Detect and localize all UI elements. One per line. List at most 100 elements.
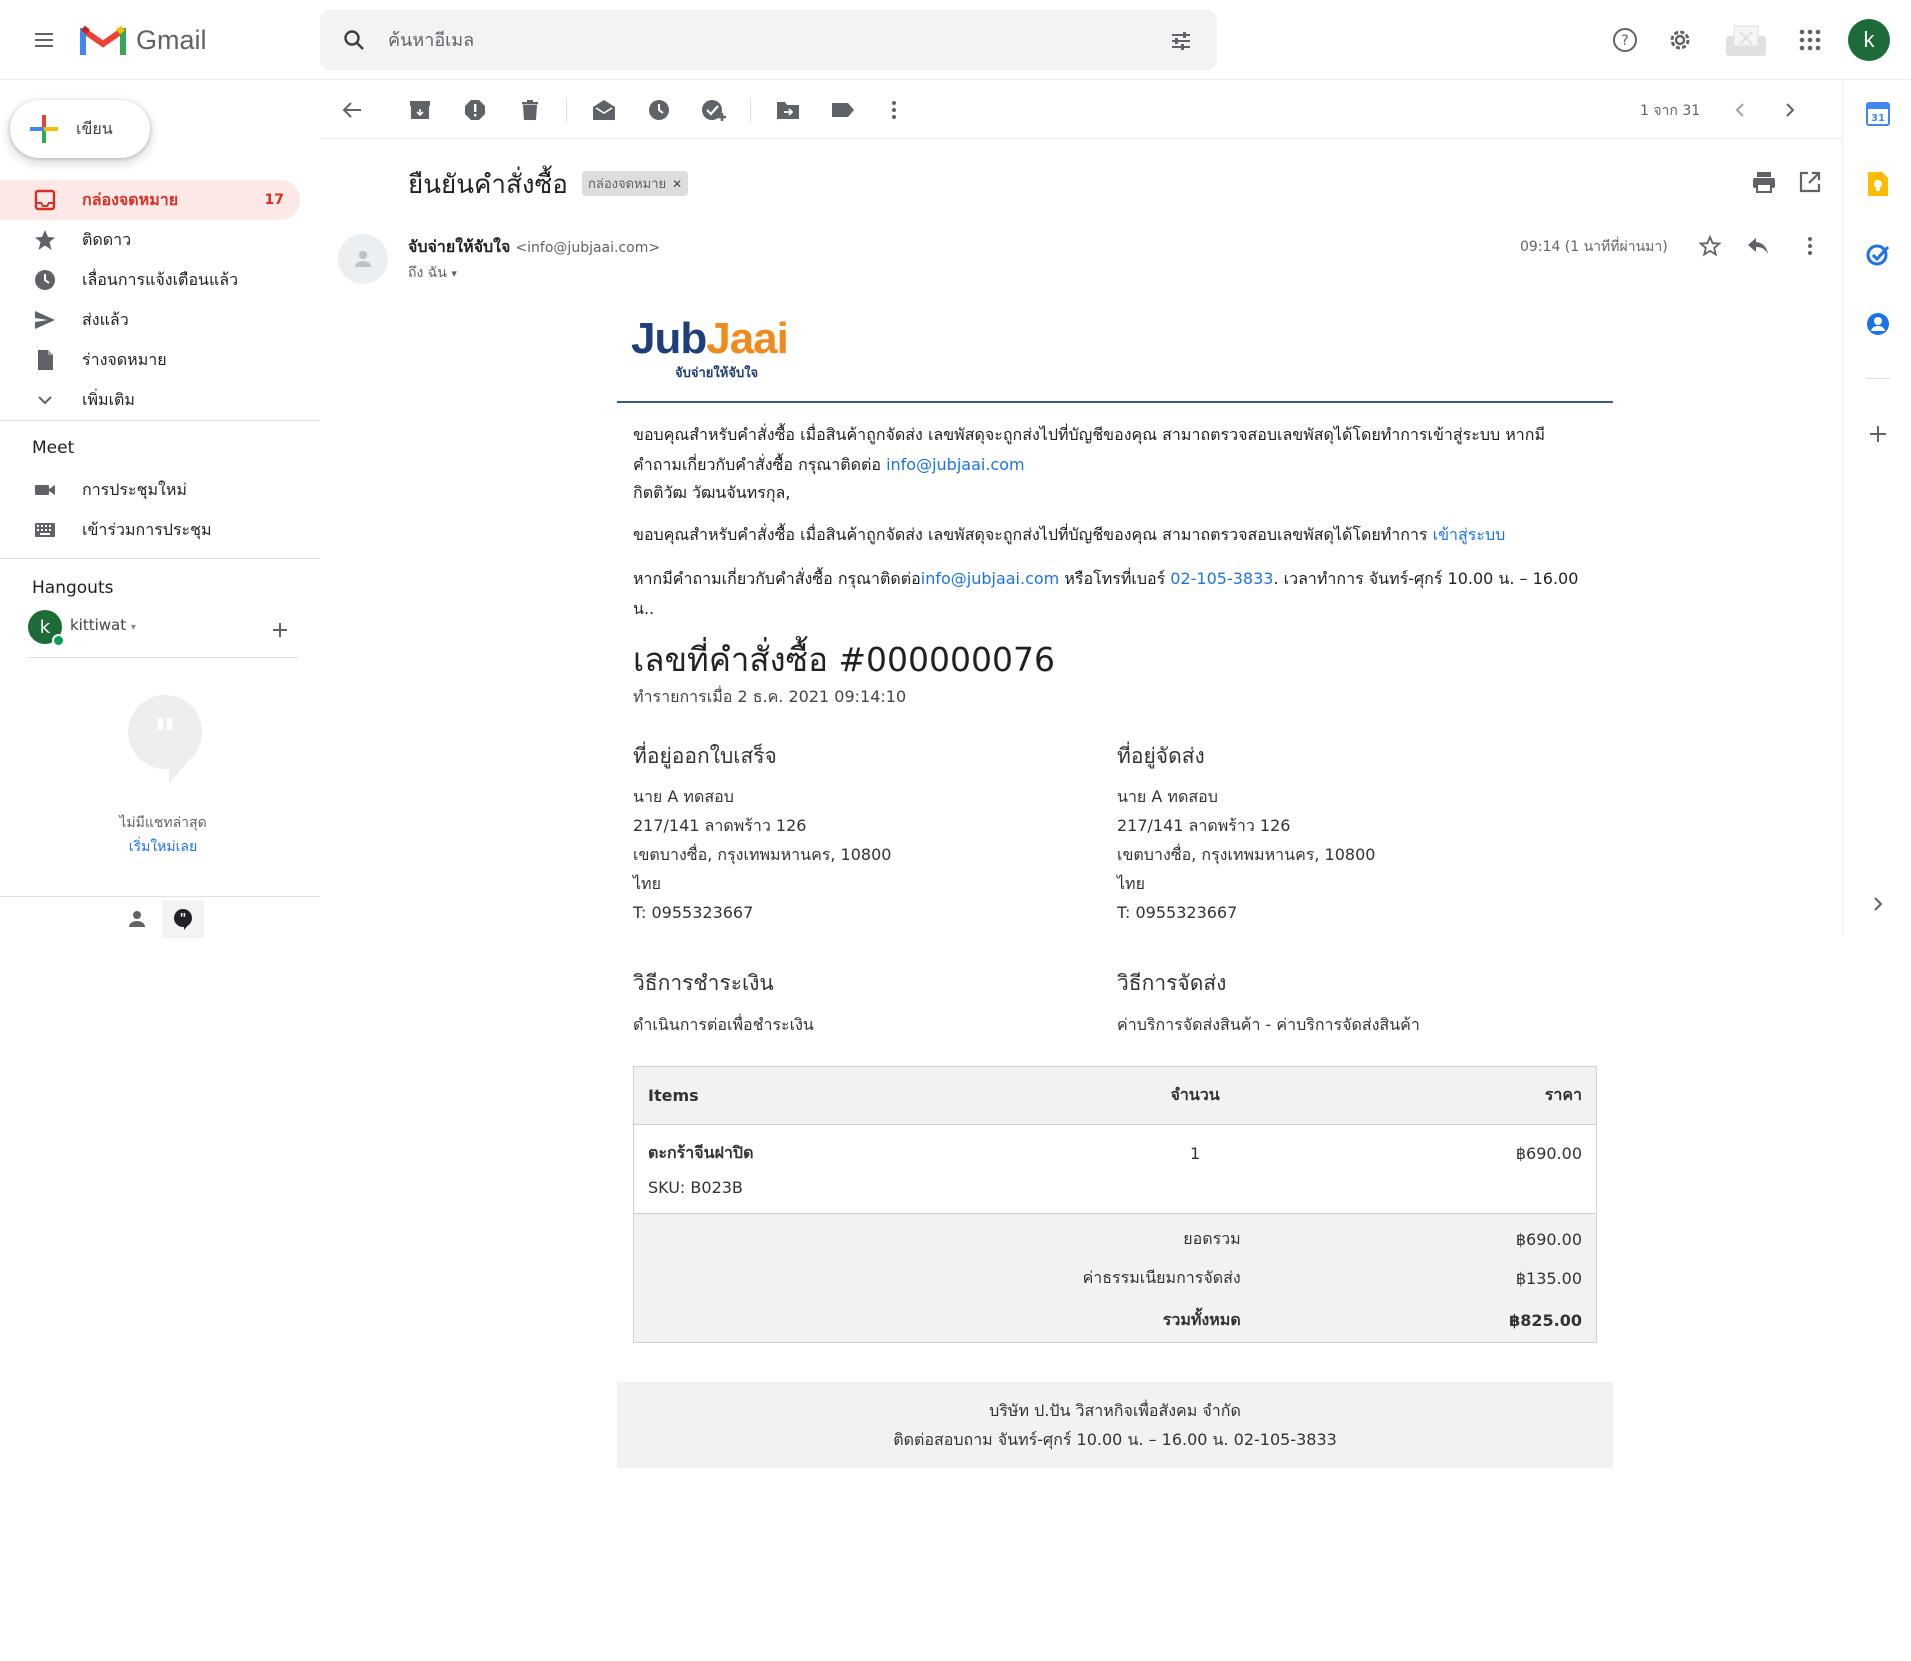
apps-grid-icon[interactable] [1790,20,1830,60]
billing-address-title: ที่อยู่ออกใบเสร็จ [633,744,777,768]
svg-text:": " [180,912,187,927]
gmail-status-icon[interactable] [1720,20,1772,60]
reply-icon[interactable] [1742,230,1774,262]
compose-plus-icon [30,115,58,143]
sidebar-item-snoozed[interactable]: เลื่อนการแจ้งเตือนแล้ว [0,260,300,300]
star-outline-icon[interactable] [1694,230,1726,262]
compose-button[interactable]: เขียน [10,100,150,158]
chat-bubble-icon: " [125,694,205,786]
remove-label-close-icon[interactable]: ✕ [672,177,682,191]
sidebar-divider [0,558,320,559]
login-link[interactable]: เข้าสู่ระบบ [1433,525,1506,544]
toolbar-bottom-border [320,138,1842,139]
shipping-method-title: วิธีการจัดส่ง [1117,971,1227,995]
payment-method-title: วิธีการชำระเงิน [633,971,774,995]
label-chip-text: กล่องจดหมาย [588,177,667,192]
sidebar-item-sent[interactable]: ส่งแล้ว [0,300,300,340]
shipping-fee-row: ค่าธรรมเนียมการจัดส่ง ฿135.00 [633,1256,1597,1300]
newer-chevron-left-icon[interactable] [1722,92,1758,128]
move-to-icon[interactable] [770,92,806,128]
tasks-icon[interactable] [1860,236,1896,272]
item-price: ฿690.00 [1515,1144,1582,1163]
report-spam-icon[interactable] [457,92,493,128]
hangouts-username[interactable]: kittiwat ▾ [70,616,136,634]
label-tag-icon[interactable] [825,92,861,128]
sidebar-item-label: เพิ่มเติม [82,389,135,409]
search-bar[interactable] [320,10,1217,70]
column-header-price: ราคา [1320,1066,1597,1125]
expand-side-panel-icon[interactable] [1860,886,1896,922]
meet-new-meeting[interactable]: การประชุมใหม่ [0,470,300,510]
order-items-table: Items จำนวน ราคา ตะกร้าจีนฝาปิด 1 ฿690.0… [633,1066,1597,1343]
item-name: ตะกร้าจีนฝาปิด [648,1143,754,1162]
add-to-tasks-icon[interactable] [696,92,732,128]
send-icon [35,311,55,329]
help-icon[interactable]: ? [1605,20,1645,60]
sidebar-item-starred[interactable]: ติดดาว [0,220,300,260]
jubjaai-logo[interactable]: JubJaai จับจ่ายให้จับใจ [631,316,789,383]
sender-avatar[interactable] [338,234,388,284]
print-icon[interactable] [1748,166,1780,198]
calendar-icon[interactable]: 31 [1860,96,1896,132]
support-email-link[interactable]: info@jubjaai.com [886,455,1025,474]
sidebar-item-drafts[interactable]: ร่างจดหมาย [0,340,300,380]
email-subject: ยืนยันคำสั่งซื้อ [408,170,568,200]
meet-join-meeting[interactable]: เข้าร่วมการประชุม [0,510,300,550]
search-options-icon[interactable] [1166,26,1196,56]
archive-icon[interactable] [402,92,438,128]
contacts-person-icon[interactable] [122,904,152,934]
sidebar-item-inbox[interactable]: กล่องจดหมาย 17 [0,180,300,220]
more-vert-icon[interactable] [876,92,912,128]
right-rail-divider [1842,80,1843,935]
gmail-logo[interactable]: Gmail [80,20,207,60]
empty-cell [1069,1166,1321,1214]
get-addons-plus-icon[interactable] [1860,416,1896,452]
draft-icon [38,350,53,370]
star-icon [35,230,55,250]
item-quantity: 1 [1189,1144,1201,1163]
back-arrow-icon[interactable] [334,92,370,128]
chevron-down-icon [38,396,52,405]
inbox-unread-count: 17 [264,192,284,208]
sidebar-divider [0,420,320,421]
email-more-vert-icon[interactable] [1794,230,1826,262]
contact-text: หากมีคำถามเกี่ยวกับคำสั่งซื้อ กรุณาติดต่… [633,569,921,588]
mark-unread-icon[interactable] [586,92,622,128]
account-avatar[interactable]: k [1848,19,1890,61]
shipping-address: นาย A ทดสอบ 217/141 ลาดพร้าว 126 เขตบางซ… [1117,782,1375,927]
start-new-chat-link[interactable]: เริ่มใหม่เลย [0,836,326,858]
search-icon[interactable] [340,26,368,54]
sidebar-item-label: ติดดาว [82,229,132,249]
contact-email-link[interactable]: info@jubjaai.com [921,569,1060,588]
main-menu-icon[interactable] [24,20,64,60]
sidebar-item-label: เลื่อนการแจ้งเตือนแล้ว [82,269,239,289]
contact-text-phone: หรือโทรที่เบอร์ [1059,569,1171,588]
shipping-fee-value: ฿135.00 [1320,1256,1597,1300]
sidebar-item-more[interactable]: เพิ่มเติม [0,380,300,420]
online-status-dot [52,634,65,647]
inbox-label-chip[interactable]: กล่องจดหมาย ✕ [582,171,689,196]
rail-separator [1866,378,1890,379]
older-chevron-right-icon[interactable] [1772,92,1808,128]
gmail-m-icon [80,25,126,55]
contacts-icon[interactable] [1860,306,1896,342]
search-input[interactable] [388,26,1088,54]
delete-trash-icon[interactable] [512,92,548,128]
settings-gear-icon[interactable] [1660,20,1700,60]
sender-name[interactable]: จับจ่ายให้จับใจ [408,237,510,256]
shipping-address-title: ที่อยู่จัดส่ง [1117,744,1205,768]
hangouts-chat-icon[interactable]: " [162,900,204,938]
email-timestamp: 09:14 (1 นาทีที่ผ่านมา) [1520,239,1668,255]
keep-icon[interactable] [1860,166,1896,202]
snooze-clock-icon[interactable] [641,92,677,128]
phone-link[interactable]: 02-105-3833 [1170,569,1273,588]
shipping-fee-label: ค่าธรรมเนียมการจัดส่ง [633,1256,1321,1300]
address-line: นาย A ทดสอบ [633,787,734,806]
add-chat-icon[interactable] [266,616,294,644]
no-recent-chats: ไม่มีแชทล่าสุด [119,815,207,831]
inbox-icon [34,189,56,211]
recipient-details[interactable]: ถึง ฉัน ▾ [408,262,457,284]
billing-address: นาย A ทดสอบ 217/141 ลาดพร้าว 126 เขตบางซ… [633,782,891,927]
open-new-window-icon[interactable] [1794,166,1826,198]
sender-email: <info@jubjaai.com> [515,240,661,256]
